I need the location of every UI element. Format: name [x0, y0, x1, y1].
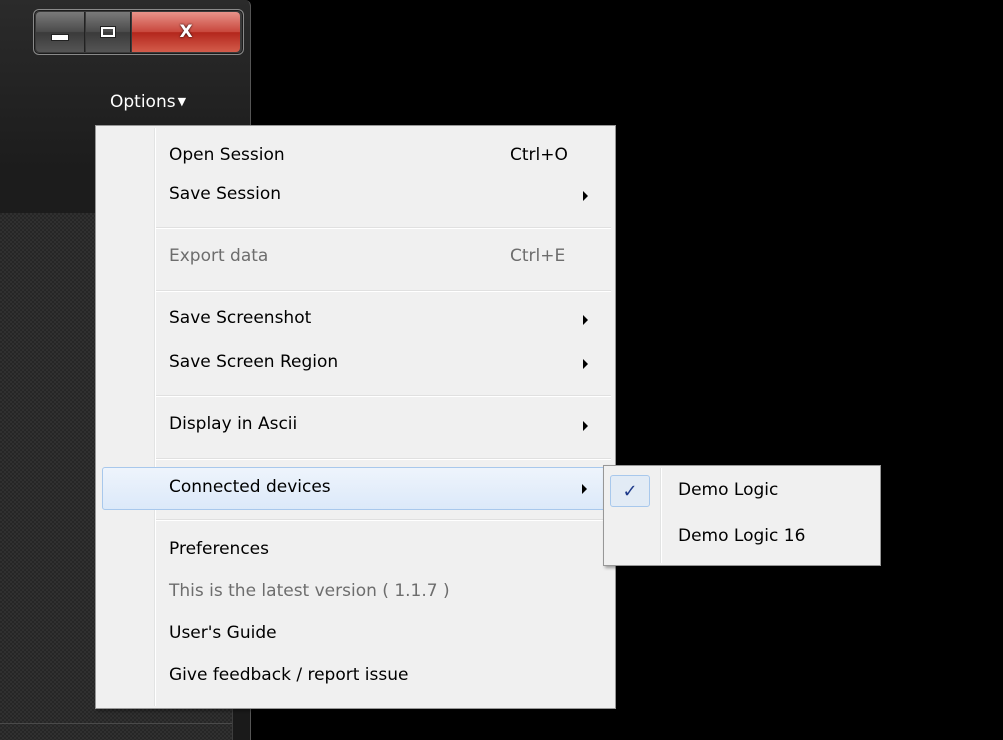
submenu-arrow-icon [583, 359, 588, 369]
minimize-icon [51, 33, 69, 41]
connected-devices-submenu: ✓ Demo Logic Demo Logic 16 [603, 465, 881, 566]
window-caption-buttons: X [33, 9, 244, 55]
submenu-item-demo-logic[interactable]: ✓ Demo Logic [606, 469, 878, 513]
close-button[interactable]: X [132, 12, 240, 52]
menu-item-display-in-ascii[interactable]: Display in Ascii [98, 404, 613, 447]
menu-item-connected-devices[interactable]: Connected devices [102, 467, 607, 510]
menu-item-export-data[interactable]: Export data Ctrl+E [98, 236, 613, 279]
menu-item-open-session[interactable]: Open Session Ctrl+O [98, 135, 613, 178]
menu-item-label: Save Screen Region [169, 352, 339, 372]
menu-separator [156, 519, 611, 521]
submenu-item-demo-logic-16[interactable]: Demo Logic 16 [606, 515, 878, 559]
submenu-item-label: Demo Logic 16 [678, 526, 806, 546]
submenu-arrow-icon [583, 191, 588, 201]
desktop-background: X Options ▼ Open Session Ctrl+O Save Sess… [0, 0, 1003, 740]
menu-item-label: Preferences [169, 539, 269, 559]
menu-separator [156, 290, 611, 292]
menu-separator [156, 227, 611, 229]
maximize-button[interactable] [86, 12, 131, 52]
menu-item-label: Open Session [169, 145, 285, 165]
menu-item-label: Save Session [169, 184, 281, 204]
options-dropdown-menu: Open Session Ctrl+O Save Session Export … [95, 125, 616, 709]
options-label: Options [110, 92, 176, 112]
menu-separator [156, 395, 611, 397]
menu-item-label: Display in Ascii [169, 414, 298, 434]
menu-item-save-session[interactable]: Save Session [98, 174, 613, 217]
submenu-arrow-icon [583, 315, 588, 325]
submenu-arrow-icon [582, 484, 587, 494]
chevron-down-icon: ▼ [177, 95, 187, 108]
menu-item-label: Connected devices [169, 477, 331, 497]
menu-item-save-screenshot[interactable]: Save Screenshot [98, 298, 613, 341]
menu-separator [156, 458, 611, 460]
menu-item-label: This is the latest version ( 1.1.7 ) [169, 581, 450, 601]
menu-item-shortcut: Ctrl+E [510, 246, 566, 266]
menu-item-label: Save Screenshot [169, 308, 312, 328]
menu-item-label: Export data [169, 246, 269, 266]
menu-item-preferences[interactable]: Preferences [98, 529, 613, 572]
minimize-button[interactable] [36, 12, 85, 52]
submenu-item-label: Demo Logic [678, 480, 779, 500]
maximize-icon [100, 26, 116, 38]
menu-item-version-info[interactable]: This is the latest version ( 1.1.7 ) [98, 571, 613, 614]
menu-item-shortcut: Ctrl+O [510, 145, 568, 165]
options-menu-button[interactable]: Options ▼ [110, 92, 186, 112]
check-indicator: ✓ [610, 475, 650, 507]
menu-item-label: Give feedback / report issue [169, 665, 409, 685]
panel-divider [0, 723, 232, 724]
menu-item-users-guide[interactable]: User's Guide [98, 613, 613, 656]
checkmark-icon: ✓ [622, 480, 638, 502]
close-icon: X [179, 22, 193, 42]
menu-item-save-screen-region[interactable]: Save Screen Region [98, 342, 613, 385]
menu-item-label: User's Guide [169, 623, 277, 643]
submenu-arrow-icon [583, 421, 588, 431]
menu-item-give-feedback[interactable]: Give feedback / report issue [98, 655, 613, 698]
